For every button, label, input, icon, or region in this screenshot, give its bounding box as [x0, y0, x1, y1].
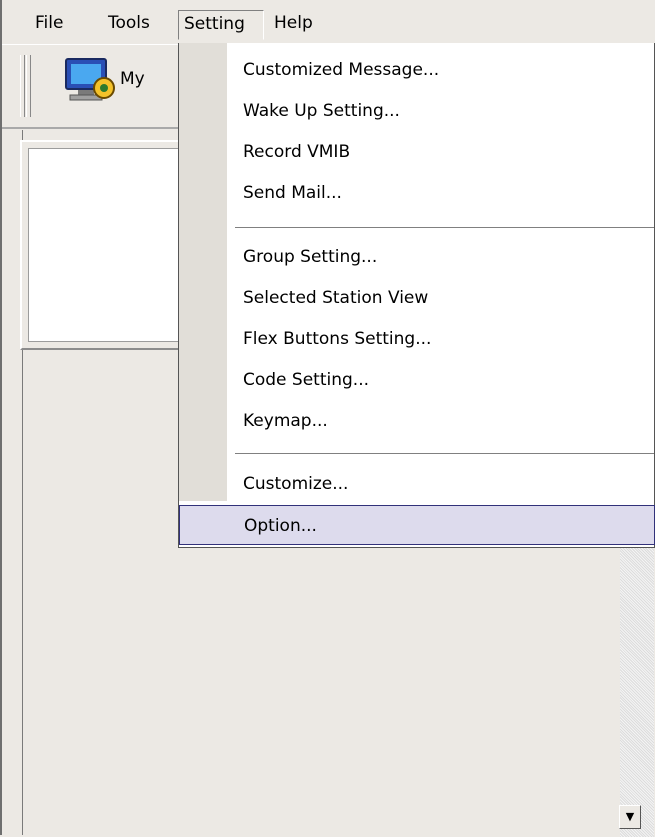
- menu-item-selected-station-view[interactable]: Selected Station View: [227, 278, 655, 318]
- menu-item-send-mail[interactable]: Send Mail...: [227, 173, 655, 213]
- menu-item-wake-up-setting[interactable]: Wake Up Setting...: [227, 91, 655, 131]
- setting-dropdown-menu: Customized Message... Wake Up Setting...…: [178, 43, 655, 548]
- menu-separator: [235, 453, 654, 455]
- menu-item-group-setting[interactable]: Group Setting...: [227, 237, 655, 277]
- menu-tools[interactable]: Tools: [103, 10, 155, 40]
- toolbar-grip[interactable]: [20, 55, 25, 117]
- scroll-down-arrow-icon[interactable]: ▼: [619, 805, 641, 829]
- menu-help[interactable]: Help: [269, 10, 318, 40]
- menu-item-option[interactable]: Option...: [179, 505, 655, 545]
- menu-item-keymap[interactable]: Keymap...: [227, 401, 655, 441]
- menu-item-customized-message[interactable]: Customized Message...: [227, 50, 655, 90]
- station-panel: [20, 140, 188, 350]
- vertical-scrollbar-track[interactable]: [620, 540, 654, 837]
- monitor-gear-icon: [64, 57, 118, 108]
- menu-file[interactable]: File: [30, 10, 68, 40]
- menu-separator: [235, 227, 654, 229]
- toolbar-grip-2: [26, 55, 31, 117]
- menu-item-code-setting[interactable]: Code Setting...: [227, 360, 655, 400]
- menu-gutter: [179, 43, 227, 501]
- menu-item-record-vmib[interactable]: Record VMIB: [227, 132, 655, 172]
- station-panel-inner: [28, 148, 180, 342]
- menu-item-customize[interactable]: Customize...: [227, 464, 655, 504]
- menubar: File Tools Setting Help: [2, 0, 653, 45]
- menu-item-flex-buttons-setting[interactable]: Flex Buttons Setting...: [227, 319, 655, 359]
- menu-setting[interactable]: Setting: [178, 10, 264, 40]
- my-station-button[interactable]: My: [64, 57, 184, 101]
- my-station-label: My: [120, 69, 145, 89]
